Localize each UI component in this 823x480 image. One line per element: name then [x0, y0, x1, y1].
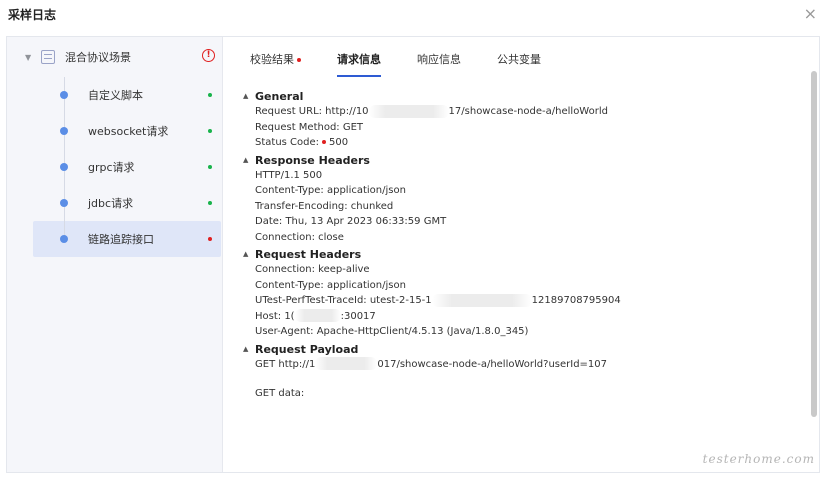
request-info-content: ▲ General Request URL: http://10 17/showca…	[243, 89, 621, 402]
tree-item-label: 自定义脚本	[88, 89, 143, 102]
tree-item-custom-script[interactable]: 自定义脚本	[33, 77, 221, 113]
tree-root-label: 混合协议场景	[65, 51, 131, 64]
tab-validation-result[interactable]: 校验结果	[250, 51, 301, 77]
tab-label: 校验结果	[250, 53, 294, 66]
request-method: Request Method: GET	[255, 121, 364, 133]
host-suffix: :30017	[340, 310, 376, 322]
error-alert-icon: !	[202, 49, 215, 62]
section-request-headers[interactable]: ▲ Request Headers	[243, 247, 621, 262]
redacted-blur	[368, 104, 449, 118]
url-suffix: 17/showcase-node-a/helloWorld	[448, 106, 608, 117]
tree-item-grpc[interactable]: grpc请求	[33, 149, 221, 185]
tree-item-label: grpc请求	[88, 161, 135, 174]
section-response-headers[interactable]: ▲ Response Headers	[243, 153, 621, 168]
node-bullet-icon	[60, 91, 68, 99]
caret-down-icon[interactable]: ▼	[25, 53, 39, 62]
host-line: Host: 1( :30017	[243, 309, 621, 325]
collapse-triangle-icon[interactable]: ▲	[243, 247, 255, 262]
node-bullet-icon	[60, 235, 68, 243]
tree-item-jdbc[interactable]: jdbc请求	[33, 185, 221, 221]
tree-item-trace-api[interactable]: 链路追踪接口	[33, 221, 221, 257]
status-label: Status Code:	[255, 137, 320, 148]
request-url: Request URL: http://10 17/showcase-node-a…	[243, 104, 621, 120]
header-line: Date: Thu, 13 Apr 2023 06:33:59 GMT	[255, 216, 447, 227]
redacted-blur	[431, 293, 532, 307]
payload-get-line: GET http://1 017/showcase-node-a/helloWor…	[243, 357, 621, 373]
trace-suffix: 12189708795904	[531, 295, 621, 306]
node-bullet-icon	[60, 127, 68, 135]
header-line: Content-Type: application/json	[255, 185, 406, 196]
get-data-line: GET data:	[255, 388, 305, 399]
collapse-triangle-icon[interactable]: ▲	[243, 153, 255, 168]
tree-root-mixed-scenario[interactable]: ▼ 混合协议场景 !	[7, 37, 222, 77]
header-line: Transfer-Encoding: chunked	[255, 200, 394, 212]
header-line: Connection: keep-alive	[255, 264, 370, 275]
tab-label: 公共变量	[497, 53, 541, 66]
section-title: Request Headers	[255, 248, 362, 261]
sample-log-panel: ▼ 混合协议场景 ! 自定义脚本 websocket请求 grpc请求 jdbc	[6, 36, 820, 473]
header-line: Content-Type: application/json	[255, 279, 406, 291]
collapse-triangle-icon[interactable]: ▲	[243, 342, 255, 357]
status-dot-success	[208, 93, 212, 97]
section-title: Response Headers	[255, 153, 370, 167]
host-prefix: Host: 1(	[255, 310, 295, 322]
close-icon[interactable]: ×	[804, 4, 817, 24]
trace-id-line: UTest-PerfTest-TraceId: utest-2-15-1 1218…	[243, 293, 621, 309]
tab-request-info[interactable]: 请求信息	[337, 51, 381, 77]
dialog-title: 采样日志	[8, 8, 57, 22]
vertical-scrollbar[interactable]	[811, 71, 817, 417]
header-line: HTTP/1.1 500	[255, 169, 323, 181]
watermark: testerhome.com	[702, 452, 815, 466]
scenario-tree: ▼ 混合协议场景 ! 自定义脚本 websocket请求 grpc请求 jdbc	[7, 37, 223, 472]
tab-label: 响应信息	[417, 53, 461, 66]
status-dot-success	[208, 165, 212, 169]
scenario-icon	[41, 50, 55, 64]
status-dot-error	[208, 237, 212, 241]
detail-tabs: 校验结果 请求信息 响应信息 公共变量	[223, 37, 819, 77]
redacted-blur	[315, 357, 378, 370]
section-request-payload[interactable]: ▲ Request Payload	[243, 342, 621, 357]
trace-prefix: UTest-PerfTest-TraceId: utest-2-15-1	[255, 295, 432, 306]
tab-response-info[interactable]: 响应信息	[417, 51, 461, 77]
collapse-triangle-icon[interactable]: ▲	[243, 89, 255, 104]
status-value: 500	[329, 137, 349, 148]
section-title: General	[255, 90, 304, 103]
header-line: User-Agent: Apache-HttpClient/4.5.13 (Ja…	[255, 326, 529, 337]
section-title: Request Payload	[255, 342, 359, 356]
status-dot-success	[208, 201, 212, 205]
tree-item-websocket[interactable]: websocket请求	[33, 113, 221, 149]
tree-item-label: websocket请求	[88, 125, 169, 138]
status-error-dot-icon	[322, 139, 327, 144]
error-dot-icon	[297, 58, 301, 62]
status-dot-success	[208, 129, 212, 133]
url-prefix: Request URL: http://10	[255, 106, 369, 117]
tab-label: 请求信息	[337, 53, 381, 66]
detail-panel: 校验结果 请求信息 响应信息 公共变量 ▲ General Request URL…	[223, 37, 819, 472]
tree-item-label: jdbc请求	[88, 197, 134, 210]
redacted-blur	[294, 309, 341, 322]
tab-public-variables[interactable]: 公共变量	[497, 51, 541, 77]
get-suffix: 017/showcase-node-a/helloWorld?userId=10…	[377, 358, 608, 370]
node-bullet-icon	[60, 163, 68, 171]
status-code: Status Code: 500	[243, 135, 621, 151]
tree-item-label: 链路追踪接口	[88, 233, 154, 246]
node-bullet-icon	[60, 199, 68, 207]
section-general[interactable]: ▲ General	[243, 89, 621, 104]
header-line: Connection: close	[255, 231, 344, 243]
get-prefix: GET http://1	[255, 358, 316, 370]
